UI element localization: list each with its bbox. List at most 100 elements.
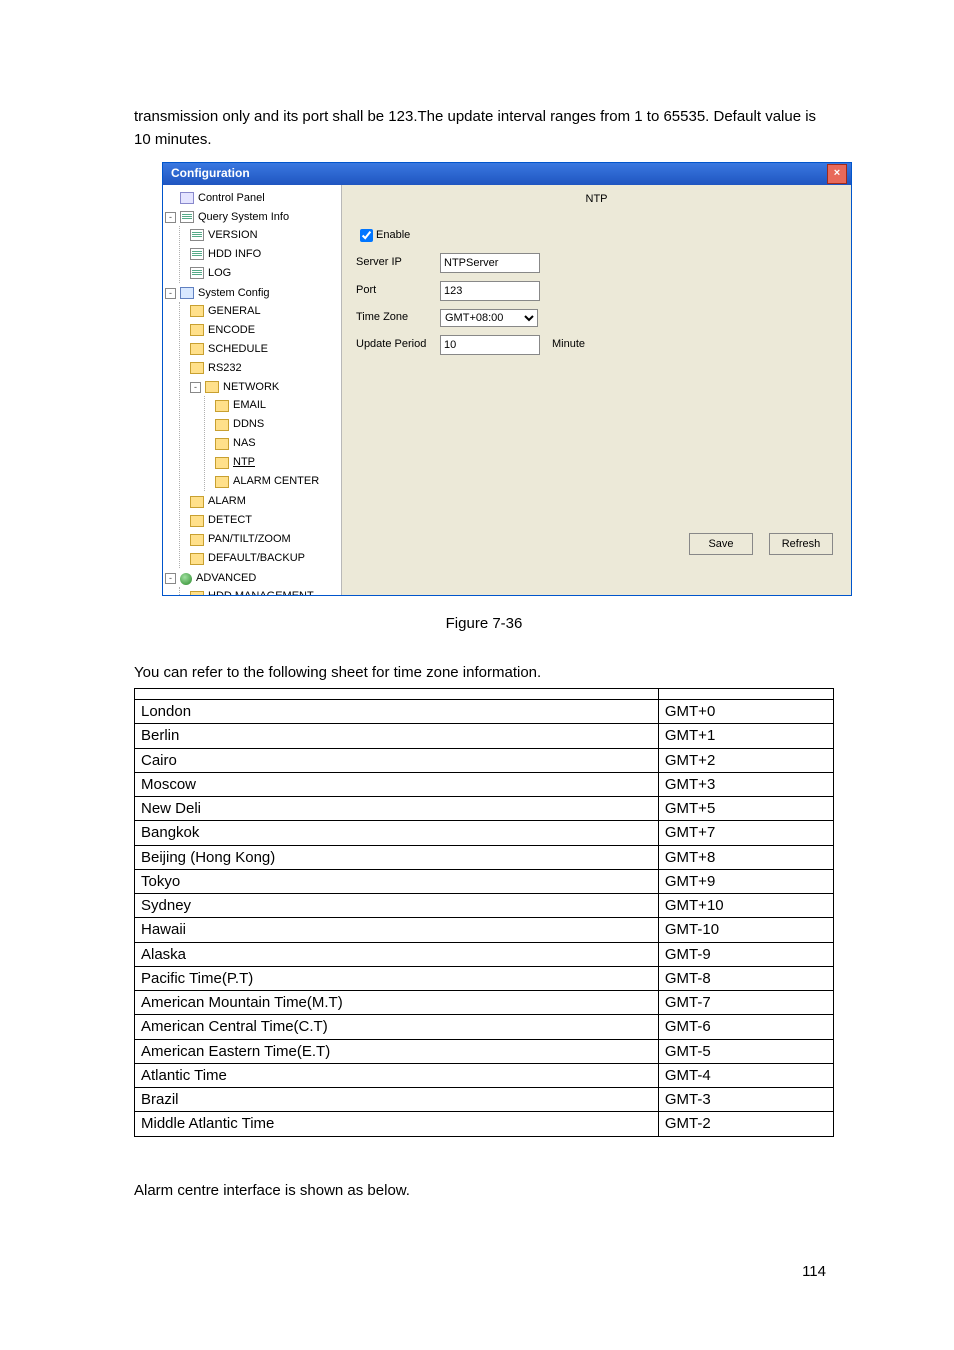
tz-label: Time Zone	[356, 309, 440, 326]
tz-offset-cell: GMT-9	[658, 942, 833, 966]
table-row: BrazilGMT-3	[135, 1088, 834, 1112]
tz-offset-cell: GMT-5	[658, 1039, 833, 1063]
refresh-button[interactable]: Refresh	[769, 533, 833, 555]
tree-control-panel[interactable]: Control Panel	[165, 190, 339, 207]
close-icon[interactable]: ×	[827, 164, 847, 184]
tz-offset-cell: GMT-3	[658, 1088, 833, 1112]
tz-offset-cell: GMT-2	[658, 1112, 833, 1136]
tree-nas[interactable]: NAS	[215, 435, 339, 452]
tz-select[interactable]: GMT+08:00	[440, 309, 538, 327]
tz-city-cell: Sydney	[135, 894, 659, 918]
tz-offset-cell: GMT+8	[658, 845, 833, 869]
tree-encode[interactable]: ENCODE	[190, 322, 339, 339]
tz-offset-cell: GMT+5	[658, 797, 833, 821]
tree-alarm[interactable]: ALARM	[190, 493, 339, 510]
tz-city-cell: Moscow	[135, 772, 659, 796]
tree-ddns[interactable]: DDNS	[215, 416, 339, 433]
tz-city-cell: Hawaii	[135, 918, 659, 942]
nav-tree: Control Panel -Query System Info VERSION…	[163, 185, 342, 595]
tree-query-system-info[interactable]: -Query System Info	[165, 209, 339, 226]
tz-offset-cell: GMT+7	[658, 821, 833, 845]
update-period-input[interactable]	[440, 335, 540, 355]
tree-ntp[interactable]: NTP	[215, 454, 339, 471]
enable-checkbox[interactable]	[360, 229, 373, 242]
tree-general[interactable]: GENERAL	[190, 303, 339, 320]
panel-title: NTP	[342, 185, 851, 208]
server-ip-input[interactable]	[440, 253, 540, 273]
tz-city-cell: Berlin	[135, 724, 659, 748]
tz-city-cell: New Deli	[135, 797, 659, 821]
collapse-icon[interactable]: -	[190, 382, 201, 393]
port-input[interactable]	[440, 281, 540, 301]
tree-detect[interactable]: DETECT	[190, 512, 339, 529]
table-row: Middle Atlantic TimeGMT-2	[135, 1112, 834, 1136]
tree-advanced[interactable]: -ADVANCED	[165, 570, 339, 587]
tz-offset-cell: GMT+9	[658, 869, 833, 893]
tree-alarm-center[interactable]: ALARM CENTER	[215, 473, 339, 490]
tree-network[interactable]: -NETWORK	[190, 379, 339, 396]
figure-caption: Figure 7-36	[134, 612, 834, 635]
table-row: BerlinGMT+1	[135, 724, 834, 748]
save-button[interactable]: Save	[689, 533, 753, 555]
tz-offset-cell: GMT+3	[658, 772, 833, 796]
table-row: American Mountain Time(M.T)GMT-7	[135, 991, 834, 1015]
tz-city-cell: American Mountain Time(M.T)	[135, 991, 659, 1015]
folder-icon	[205, 381, 219, 393]
table-row: MoscowGMT+3	[135, 772, 834, 796]
tz-offset-cell: GMT-4	[658, 1063, 833, 1087]
system-icon	[180, 287, 194, 299]
table-row: New DeliGMT+5	[135, 797, 834, 821]
tree-default-backup[interactable]: DEFAULT/BACKUP	[190, 550, 339, 567]
tree-hdd-mgmt[interactable]: HDD MANAGEMENT	[190, 588, 339, 594]
main-panel: NTP Enable Server IP Port T	[342, 185, 851, 595]
table-row: American Eastern Time(E.T)GMT-5	[135, 1039, 834, 1063]
folder-icon	[190, 591, 204, 595]
timezone-table: LondonGMT+0BerlinGMT+1CairoGMT+2MoscowGM…	[134, 688, 834, 1137]
table-row: LondonGMT+0	[135, 700, 834, 724]
table-header-row	[135, 689, 834, 700]
port-label: Port	[356, 282, 440, 299]
tree-hdd-info[interactable]: HDD INFO	[190, 246, 339, 263]
table-row: American Central Time(C.T)GMT-6	[135, 1015, 834, 1039]
folder-icon	[215, 400, 229, 412]
tz-offset-cell: GMT+10	[658, 894, 833, 918]
tree-rs232[interactable]: RS232	[190, 360, 339, 377]
tree-version[interactable]: VERSION	[190, 227, 339, 244]
tz-offset-cell: GMT-7	[658, 991, 833, 1015]
tree-schedule[interactable]: SCHEDULE	[190, 341, 339, 358]
table-row: Atlantic TimeGMT-4	[135, 1063, 834, 1087]
tz-city-cell: Cairo	[135, 748, 659, 772]
table-row: BangkokGMT+7	[135, 821, 834, 845]
tree-log[interactable]: LOG	[190, 265, 339, 282]
table-row: Pacific Time(P.T)GMT-8	[135, 966, 834, 990]
tz-offset-cell: GMT+1	[658, 724, 833, 748]
tree-email[interactable]: EMAIL	[215, 397, 339, 414]
tz-offset-cell: GMT-10	[658, 918, 833, 942]
enable-label: Enable	[376, 227, 410, 244]
collapse-icon[interactable]: -	[165, 573, 176, 584]
page-number: 114	[134, 1260, 834, 1283]
collapse-icon[interactable]: -	[165, 212, 176, 223]
tz-city-cell: Pacific Time(P.T)	[135, 966, 659, 990]
table-row: AlaskaGMT-9	[135, 942, 834, 966]
titlebar: Configuration ×	[163, 163, 851, 185]
tz-offset-cell: GMT+2	[658, 748, 833, 772]
collapse-icon[interactable]: -	[165, 288, 176, 299]
tree-system-config[interactable]: -System Config	[165, 285, 339, 302]
tz-city-cell: Alaska	[135, 942, 659, 966]
folder-icon	[190, 362, 204, 374]
tree-ptz[interactable]: PAN/TILT/ZOOM	[190, 531, 339, 548]
window-title: Configuration	[171, 164, 250, 183]
folder-icon	[215, 457, 229, 469]
folder-icon	[190, 515, 204, 527]
tz-offset-cell: GMT-8	[658, 966, 833, 990]
folder-icon	[190, 305, 204, 317]
tz-offset-cell: GMT+0	[658, 700, 833, 724]
tz-city-cell: Tokyo	[135, 869, 659, 893]
unit-label: Minute	[552, 336, 585, 353]
folder-icon	[190, 553, 204, 565]
table-row: TokyoGMT+9	[135, 869, 834, 893]
configuration-window: Configuration × Control Panel -Query Sys…	[162, 162, 852, 596]
folder-icon	[215, 476, 229, 488]
tz-city-cell: American Eastern Time(E.T)	[135, 1039, 659, 1063]
